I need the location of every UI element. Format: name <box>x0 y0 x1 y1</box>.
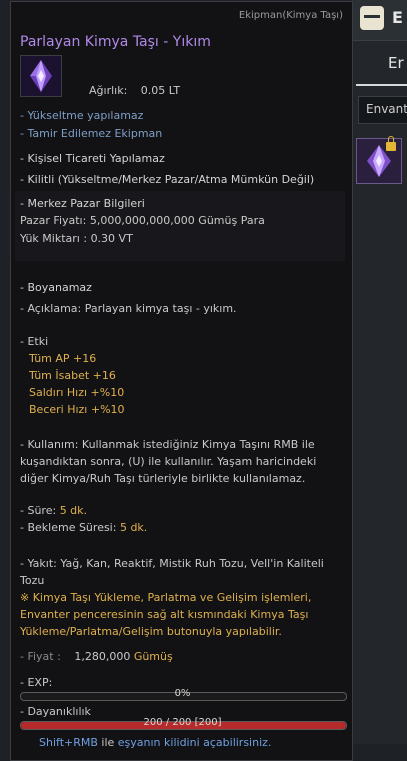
lock-icon <box>386 136 396 151</box>
flag-no-repair: - Tamir Edilemez Ekipman <box>20 127 163 140</box>
cooldown-value: 5 dk. <box>119 521 148 534</box>
item-weight: Ağırlık: 0.05 LT <box>89 84 180 97</box>
flag-no-upgrade: - Yükseltme yapılamaz <box>20 109 144 122</box>
alchemy-stone-icon <box>30 60 52 92</box>
rule-locked: - Kilitli (Yükseltme/Merkez Pazar/Atma M… <box>20 173 315 186</box>
item-category: Ekipman(Kimya Taşı) <box>238 10 343 21</box>
usage-text: - Kullanım: Kullanmak istediğiniz Kimya … <box>20 438 317 485</box>
cooldown-label: - Bekleme Süresi: <box>20 521 117 534</box>
market-load-label: Yük Miktarı : <box>20 232 88 245</box>
price-currency: Gümüş <box>133 650 173 663</box>
duration-label: - Süre: <box>20 504 57 517</box>
effect-header: - Etki <box>20 335 49 348</box>
price-label: - Fiyat : <box>20 650 61 663</box>
market-price-value: 5,000,000,000,000 Gümüş Para <box>89 214 265 227</box>
effect-item: Saldırı Hızı +%10 <box>29 386 125 399</box>
weight-label: Ağırlık: <box>89 84 128 97</box>
item-name: Parlayan Kimya Taşı - Yıkım <box>20 34 211 50</box>
inventory-title: E <box>392 8 403 27</box>
market-header: - Merkez Pazar Bilgileri <box>20 197 145 210</box>
tab-equipment[interactable]: Er <box>388 54 404 72</box>
sell-price: - Fiyat : 1,280,000 Gümüş <box>20 650 173 663</box>
item-tooltip: Ekipman(Kimya Taşı) Parlayan Kimya Taşı … <box>10 1 353 761</box>
fuel-text: - Yakıt: Yağ, Kan, Reaktif, Mistik Ruh T… <box>20 557 324 587</box>
inventory-filter-label: Envant <box>366 102 407 116</box>
alchemy-note: ※ Kimya Taşı Yükleme, Parlatma ve Gelişi… <box>20 591 312 638</box>
effect-item: Tüm AP +16 <box>29 352 97 365</box>
cooldown: - Bekleme Süresi: 5 dk. <box>20 521 147 534</box>
tab-underline <box>356 84 407 86</box>
item-description: - Açıklama: Parlayan kimya taşı - yıkım. <box>20 302 237 315</box>
duration: - Süre: 5 dk. <box>20 504 87 517</box>
durability-text: 200 / 200 [200] <box>143 717 222 728</box>
exp-text: 0% <box>174 688 191 699</box>
hint-key: Shift+RMB <box>39 736 98 749</box>
bag-icon <box>360 6 384 30</box>
duration-value: 5 dk. <box>59 504 88 517</box>
effect-item: Beceri Hızı +%10 <box>29 403 125 416</box>
weight-value: 0.05 LT <box>140 84 181 97</box>
rule-no-trade: - Kişisel Ticareti Yapılamaz <box>20 152 165 165</box>
price-value: 1,280,000 <box>74 650 131 663</box>
effect-item: Tüm İsabet +16 <box>29 369 116 382</box>
hint-link[interactable]: eşyanın kilidini açabilirsiniz. <box>118 736 272 749</box>
market-price: Pazar Fiyatı: 5,000,000,000,000 Gümüş Pa… <box>20 214 265 227</box>
market-price-label: Pazar Fiyatı: <box>20 214 87 227</box>
hint-mid: ile <box>97 736 118 749</box>
market-load-value: 0.30 VT <box>90 232 133 245</box>
market-load: Yük Miktarı : 0.30 VT <box>20 232 133 245</box>
unlock-hint: Shift+RMB ile eşyanın kilidini açabilirs… <box>39 736 271 749</box>
dye-info: - Boyanamaz <box>20 281 92 294</box>
item-icon-frame <box>20 55 62 97</box>
